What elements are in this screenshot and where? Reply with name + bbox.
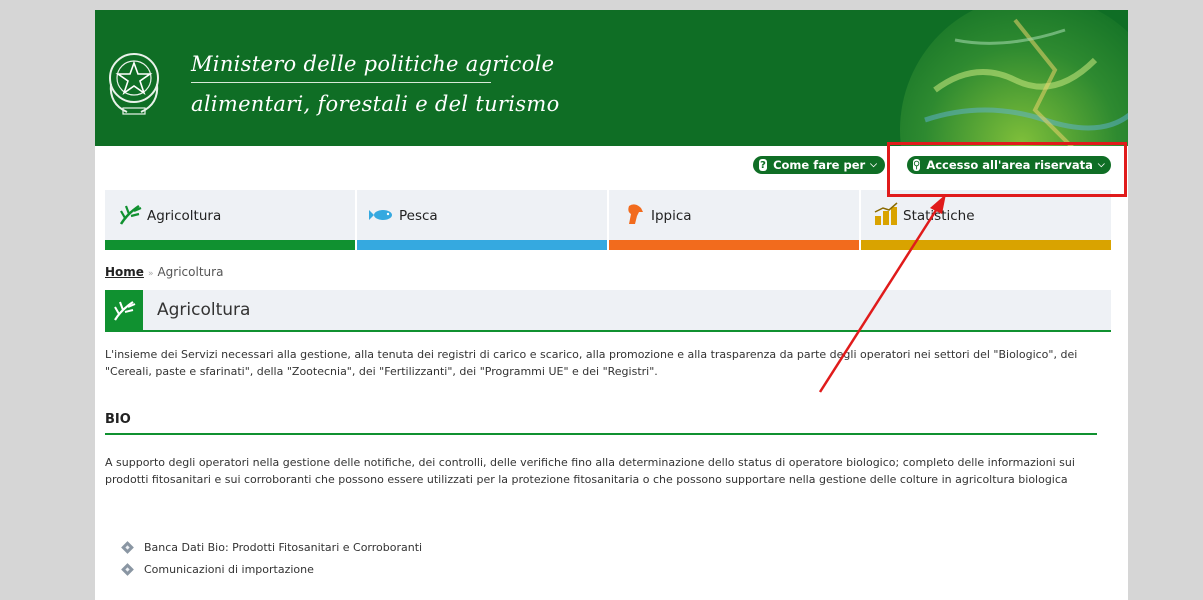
come-fare-per-dropdown[interactable]: ? Come fare per ⌵: [753, 156, 885, 174]
bio-link-list: Banca Dati Bio: Prodotti Fitosanitari e …: [121, 536, 423, 580]
tab-ippica[interactable]: Ippica: [609, 190, 859, 250]
breadcrumb-home-link[interactable]: Home: [105, 265, 144, 279]
tab-label: Pesca: [399, 208, 438, 224]
bio-heading: BIO: [105, 412, 1097, 435]
annotation-highlight-box: [887, 142, 1127, 197]
section-icon-box: [105, 290, 143, 330]
help-icon: ?: [759, 159, 768, 171]
link-banca-dati-bio[interactable]: Banca Dati Bio: Prodotti Fitosanitari e …: [121, 536, 423, 558]
chevron-down-icon: ⌵: [870, 160, 877, 170]
link-label: Comunicazioni di importazione: [144, 562, 314, 576]
tab-agricoltura[interactable]: Agricoltura: [105, 190, 355, 250]
fish-icon: [369, 210, 392, 220]
chart-icon: [874, 202, 898, 225]
bio-description: A supporto degli operatori nella gestion…: [105, 456, 1075, 486]
link-comunicazioni-importazione[interactable]: Comunicazioni di importazione: [121, 558, 422, 580]
breadcrumb-current: Agricoltura: [157, 265, 224, 279]
wheat-icon: [119, 204, 142, 225]
tab-label: Agricoltura: [147, 208, 222, 224]
tab-pesca[interactable]: Pesca: [357, 190, 607, 250]
tab-label: Ippica: [651, 208, 692, 224]
diamond-bullet-icon: [121, 562, 134, 576]
tab-color-bar: [105, 240, 355, 250]
header-banner: Ministero delle politiche agricole alime…: [95, 10, 1128, 146]
page: Ministero delle politiche agricole alime…: [95, 10, 1128, 600]
ministry-name-line2: alimentari, forestali e del turismo: [191, 92, 560, 116]
tab-label: Statistiche: [903, 208, 975, 224]
section-header: Agricoltura: [105, 290, 1111, 332]
horse-icon: [628, 204, 643, 224]
ministry-name-line1: Ministero delle politiche agricole: [191, 52, 555, 76]
tab-statistiche[interactable]: Statistiche: [861, 190, 1111, 250]
come-fare-per-label: Come fare per: [773, 158, 866, 172]
banner-divider: [191, 82, 491, 83]
breadcrumb-separator-icon: »: [147, 269, 154, 279]
tab-color-bar: [357, 240, 607, 250]
sector-tabs: Agricoltura Pesca Ippica Statistiche: [105, 190, 1111, 250]
section-intro-text: L'insieme dei Servizi necessari alla ges…: [105, 348, 1078, 378]
wheat-icon: [114, 301, 136, 321]
tab-color-bar: [861, 240, 1111, 250]
republic-emblem-icon: [109, 53, 159, 115]
diamond-bullet-icon: [121, 540, 134, 554]
breadcrumb: Home» Agricoltura: [105, 265, 223, 279]
link-label: Banca Dati Bio: Prodotti Fitosanitari e …: [144, 540, 423, 554]
page-title: Agricoltura: [157, 300, 251, 320]
tab-color-bar: [609, 240, 859, 250]
globe-graphic-icon: [900, 10, 1128, 146]
